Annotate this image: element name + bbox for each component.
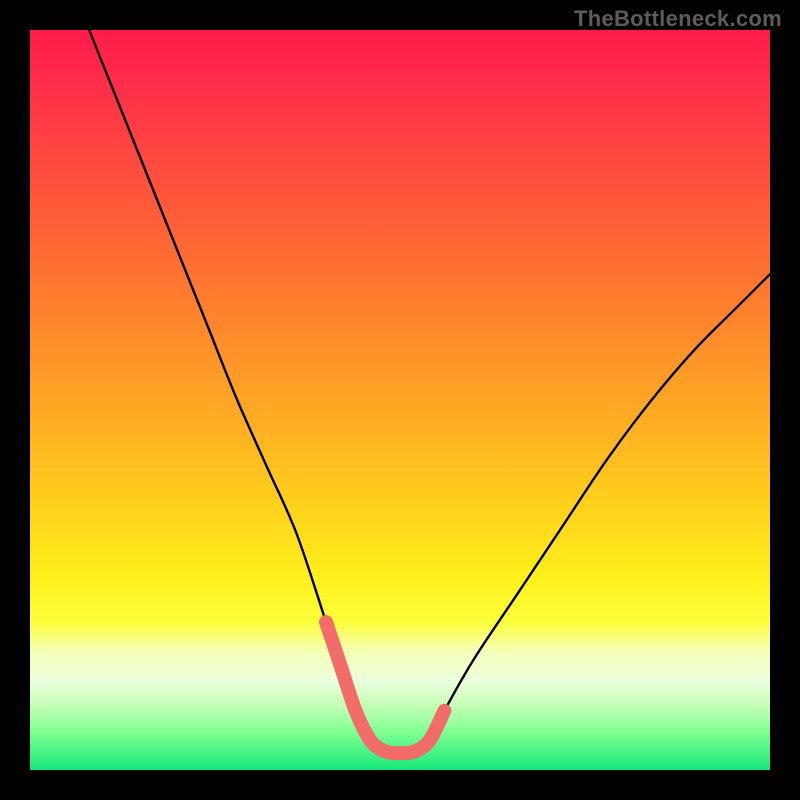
watermark-text: TheBottleneck.com [574, 6, 782, 32]
plot-area [30, 30, 770, 770]
frame: TheBottleneck.com [0, 0, 800, 800]
curve-layer [30, 30, 770, 770]
bottleneck-curve [89, 30, 770, 753]
optimal-range-marker [326, 622, 444, 753]
